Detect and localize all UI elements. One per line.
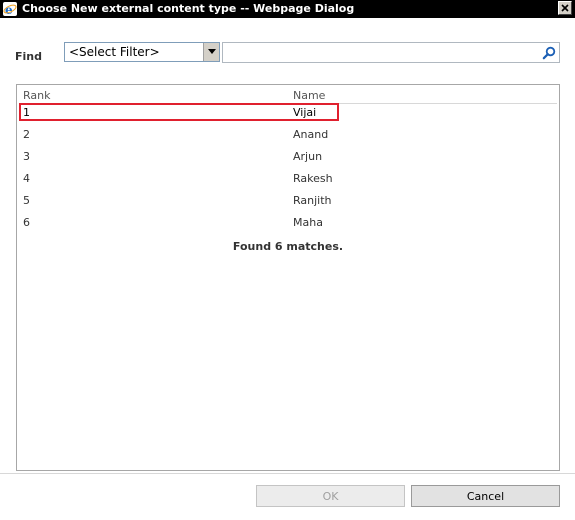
table-row[interactable]: 6 Maha bbox=[17, 213, 559, 233]
table-row[interactable]: 1 Vijai bbox=[17, 103, 559, 123]
match-count-status: Found 6 matches. bbox=[232, 240, 344, 253]
name-cell: Vijai bbox=[293, 106, 317, 119]
table-row[interactable]: 4 Rakesh bbox=[17, 169, 559, 189]
footer-divider bbox=[0, 473, 575, 474]
selection-highlight bbox=[19, 103, 339, 121]
name-cell: Rakesh bbox=[293, 172, 333, 185]
close-icon bbox=[561, 4, 569, 12]
ie-icon: e bbox=[3, 2, 17, 16]
rank-cell: 2 bbox=[23, 128, 30, 141]
title-bar: e Choose New external content type -- We… bbox=[0, 0, 575, 18]
table-row[interactable]: 5 Ranjith bbox=[17, 191, 559, 211]
ok-button[interactable]: OK bbox=[256, 485, 405, 507]
name-cell: Ranjith bbox=[293, 194, 332, 207]
rank-cell: 1 bbox=[23, 106, 30, 119]
rank-cell: 6 bbox=[23, 216, 30, 229]
name-cell: Anand bbox=[293, 128, 329, 141]
column-header-name[interactable]: Name bbox=[293, 89, 325, 102]
filter-dropdown[interactable]: <Select Filter> bbox=[64, 42, 220, 62]
find-label: Find bbox=[15, 50, 42, 63]
cancel-button[interactable]: Cancel bbox=[411, 485, 560, 507]
table-row[interactable]: 3 Arjun bbox=[17, 147, 559, 167]
search-icon[interactable] bbox=[542, 46, 556, 60]
table-row[interactable]: 2 Anand bbox=[17, 125, 559, 145]
filter-selected-value: <Select Filter> bbox=[69, 45, 160, 59]
rank-cell: 3 bbox=[23, 150, 30, 163]
rank-cell: 5 bbox=[23, 194, 30, 207]
name-cell: Arjun bbox=[293, 150, 323, 163]
dialog-body: Find <Select Filter> Rank Name 1 Vijai 2… bbox=[0, 18, 575, 520]
window-title: Choose New external content type -- Webp… bbox=[22, 2, 355, 15]
chevron-down-icon bbox=[207, 49, 216, 54]
results-list: Rank Name 1 Vijai 2 Anand 3 Arjun 4 Rake… bbox=[16, 84, 560, 471]
name-cell: Maha bbox=[293, 216, 323, 229]
dropdown-arrow-button[interactable] bbox=[203, 43, 219, 61]
rank-cell: 4 bbox=[23, 172, 30, 185]
column-header-rank[interactable]: Rank bbox=[23, 89, 50, 102]
search-input[interactable] bbox=[222, 42, 560, 63]
close-button[interactable] bbox=[558, 1, 572, 15]
